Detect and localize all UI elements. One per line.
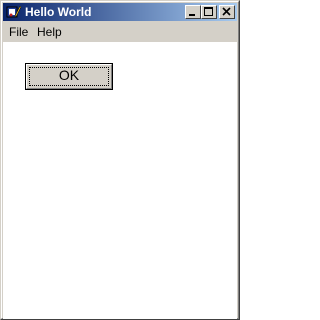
app-icon[interactable]	[6, 4, 22, 20]
maximize-icon	[204, 7, 213, 16]
menu-help[interactable]: Help	[37, 25, 62, 39]
ok-button[interactable]: OK	[25, 63, 113, 90]
ok-button-label: OK	[58, 67, 80, 83]
minimize-icon	[189, 14, 195, 16]
minimize-button[interactable]	[185, 5, 201, 19]
client-area: OK	[3, 42, 237, 319]
app-window: Hello World File Help OK	[0, 0, 240, 320]
menu-file[interactable]: File	[9, 25, 28, 39]
title-bar[interactable]: Hello World	[3, 3, 237, 21]
close-button[interactable]	[219, 5, 235, 19]
window-title: Hello World	[25, 5, 92, 19]
menu-bar: File Help	[3, 22, 237, 41]
maximize-button[interactable]	[201, 5, 217, 19]
close-icon	[222, 7, 231, 16]
